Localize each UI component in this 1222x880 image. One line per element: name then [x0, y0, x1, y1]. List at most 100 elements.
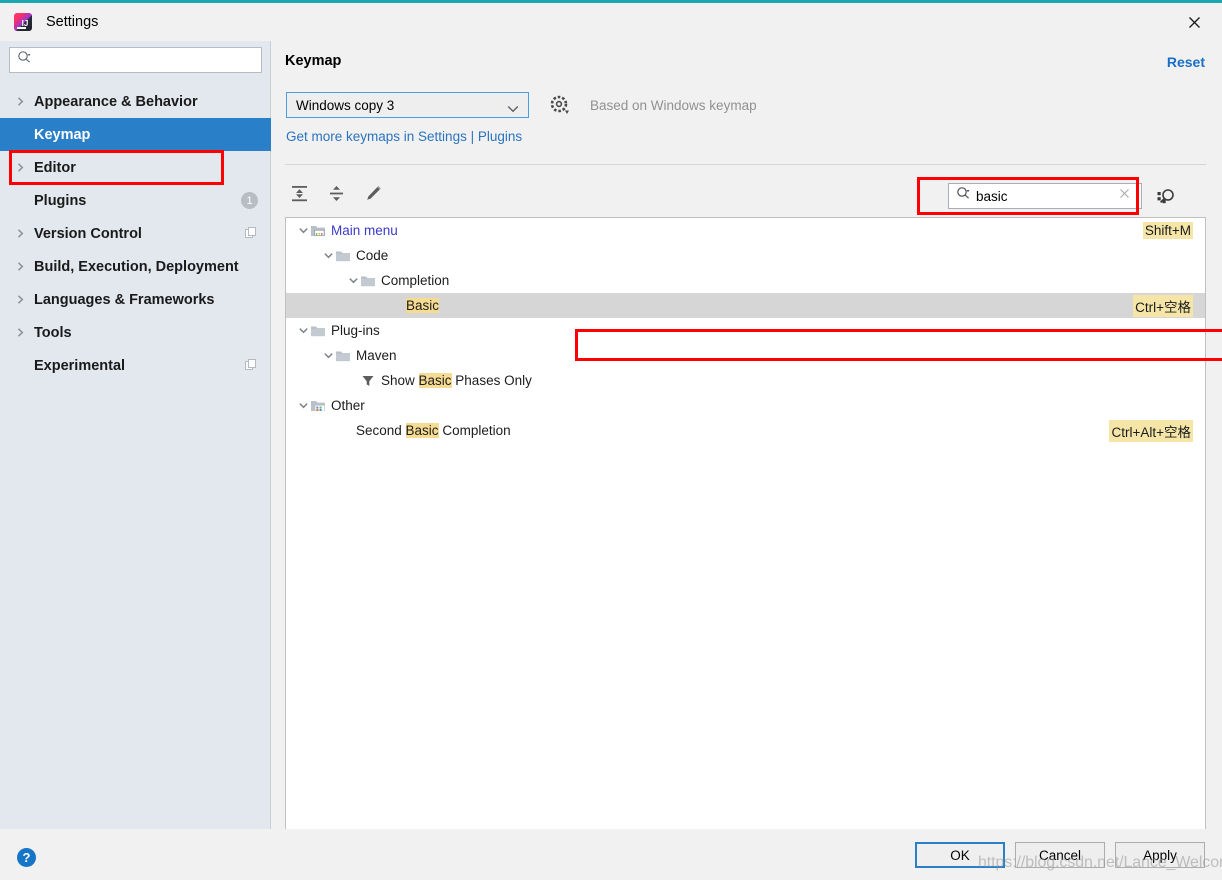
keymap-select-value: Windows copy 3	[296, 97, 395, 113]
chevron-down-icon[interactable]	[296, 399, 310, 413]
tree-icon-placeholder	[385, 298, 401, 314]
settings-search-box[interactable]	[9, 47, 262, 73]
project-scope-icon	[245, 359, 258, 372]
sidebar: Appearance & Behavior Keymap Editor Plug…	[0, 41, 271, 832]
sidebar-nav: Appearance & Behavior Keymap Editor Plug…	[0, 85, 271, 382]
tree-row-code[interactable]: Code	[286, 243, 1205, 268]
get-more-keymaps-link[interactable]: Get more keymaps in Settings | Plugins	[286, 129, 522, 144]
keymap-search-box[interactable]	[948, 183, 1142, 209]
sidebar-item-version-control[interactable]: Version Control	[0, 217, 271, 250]
keymap-select[interactable]: Windows copy 3	[286, 92, 529, 118]
tree-row-basic[interactable]: Basic Ctrl+空格	[286, 293, 1205, 318]
chevron-down-icon[interactable]	[346, 274, 360, 288]
shortcuts-tree[interactable]: Main menu Shift+M Code Completion Basic Ctrl+…	[285, 217, 1206, 845]
keymap-search-input[interactable]	[976, 188, 1101, 204]
ok-button[interactable]: OK	[915, 842, 1005, 868]
tree-icon-placeholder	[335, 423, 351, 439]
search-match-highlight: Basic	[406, 298, 440, 313]
reset-link[interactable]: Reset	[1167, 54, 1205, 70]
tree-row-shortcut: Shift+M	[1142, 222, 1193, 239]
folder-icon	[310, 323, 326, 339]
sidebar-item-experimental[interactable]: Experimental	[0, 349, 271, 382]
search-match-highlight: Basic	[405, 423, 439, 438]
help-button[interactable]: ?	[17, 848, 36, 867]
sidebar-item-label: Version Control	[34, 225, 142, 242]
tree-twisty-placeholder	[321, 424, 335, 438]
chevron-down-icon[interactable]	[296, 224, 310, 238]
sidebar-item-languages-frameworks[interactable]: Languages & Frameworks	[0, 283, 271, 316]
chevron-down-icon[interactable]	[296, 324, 310, 338]
tree-toolbar	[286, 180, 387, 207]
tree-row-second-basic[interactable]: Second Basic Completion Ctrl+Alt+空格	[286, 418, 1205, 443]
folder-other-icon	[310, 398, 326, 414]
folder-icon	[335, 248, 351, 264]
folder-icon	[360, 273, 376, 289]
pencil-edit-icon[interactable]	[360, 180, 387, 207]
search-icon	[17, 50, 32, 70]
ok-button-label: OK	[950, 847, 970, 863]
page-title: Keymap	[285, 53, 342, 69]
window-title: Settings	[46, 14, 99, 30]
tree-row-other[interactable]: Other	[286, 393, 1205, 418]
chevron-right-icon	[15, 261, 29, 272]
chevron-down-icon[interactable]	[321, 349, 335, 363]
sidebar-item-build-execution-deployment[interactable]: Build, Execution, Deployment	[0, 250, 271, 283]
based-on-label: Based on Windows keymap	[590, 97, 757, 113]
settings-dialog: IJ Settings Appearance & Behavior Keymap…	[0, 0, 1222, 880]
settings-search-input[interactable]	[36, 52, 236, 68]
close-icon[interactable]	[1166, 3, 1222, 41]
tree-row-completion[interactable]: Completion	[286, 268, 1205, 293]
apply-button[interactable]: Apply	[1115, 842, 1205, 868]
tree-row-show-basic[interactable]: Show Basic Phases Only	[286, 368, 1205, 393]
tree-row-shortcut: Ctrl+Alt+空格	[1109, 419, 1193, 442]
sidebar-item-label: Tools	[34, 324, 72, 341]
tree-twisty-placeholder	[346, 374, 360, 388]
sidebar-item-tools[interactable]: Tools	[0, 316, 271, 349]
find-by-shortcut-icon[interactable]	[1155, 186, 1177, 208]
tree-row-label: Maven	[356, 348, 397, 363]
tree-twisty-placeholder	[371, 299, 385, 313]
tree-row-label: Other	[331, 398, 365, 413]
folder-icon	[335, 348, 351, 364]
sidebar-item-appearance-behavior[interactable]: Appearance & Behavior	[0, 85, 271, 118]
tree-row-label: Show Basic Phases Only	[381, 373, 532, 388]
chevron-right-icon	[15, 327, 29, 338]
project-scope-icon	[245, 227, 258, 240]
filter-icon	[360, 373, 376, 389]
sidebar-item-plugins[interactable]: Plugins 1	[0, 184, 271, 217]
gear-icon[interactable]	[549, 94, 571, 116]
folder-menu-icon	[310, 223, 326, 239]
sidebar-item-editor[interactable]: Editor	[0, 151, 271, 184]
sidebar-item-label: Appearance & Behavior	[34, 93, 198, 110]
divider	[285, 164, 1206, 165]
apply-button-label: Apply	[1143, 847, 1177, 863]
cancel-button-label: Cancel	[1038, 847, 1082, 863]
chevron-right-icon	[15, 228, 29, 239]
title-bar: IJ Settings	[0, 3, 1222, 41]
tree-row-label: Main menu	[331, 223, 398, 238]
chevron-right-icon	[15, 294, 29, 305]
sidebar-item-label: Experimental	[34, 357, 126, 374]
sidebar-item-label: Languages & Frameworks	[34, 291, 215, 308]
chevron-down-icon	[507, 101, 519, 119]
sidebar-item-keymap[interactable]: Keymap	[0, 118, 271, 151]
collapse-all-icon[interactable]	[323, 180, 350, 207]
tree-row-label: Plug-ins	[331, 323, 380, 338]
tree-row-label: Code	[356, 248, 389, 263]
tree-row-shortcut: Ctrl+空格	[1133, 294, 1193, 317]
clear-x-icon[interactable]	[1118, 187, 1131, 205]
keymap-panel: Keymap Reset Windows copy 3 Based on Win	[272, 41, 1222, 845]
tree-row-label: Second Basic Completion	[356, 423, 511, 438]
sidebar-item-label: Keymap	[34, 126, 91, 143]
sidebar-item-label: Build, Execution, Deployment	[34, 258, 239, 275]
tree-row-main-menu[interactable]: Main menu Shift+M	[286, 218, 1205, 243]
tree-row-plug-ins[interactable]: Plug-ins	[286, 318, 1205, 343]
search-match-highlight: Basic	[418, 373, 452, 388]
expand-all-icon[interactable]	[286, 180, 313, 207]
keymap-selector-row: Windows copy 3 Based on Windows keymap	[286, 92, 757, 118]
tree-row-maven[interactable]: Maven	[286, 343, 1205, 368]
sidebar-item-label: Plugins	[34, 192, 87, 209]
tree-row-label: Completion	[381, 273, 450, 288]
cancel-button[interactable]: Cancel	[1015, 842, 1105, 868]
chevron-down-icon[interactable]	[321, 249, 335, 263]
